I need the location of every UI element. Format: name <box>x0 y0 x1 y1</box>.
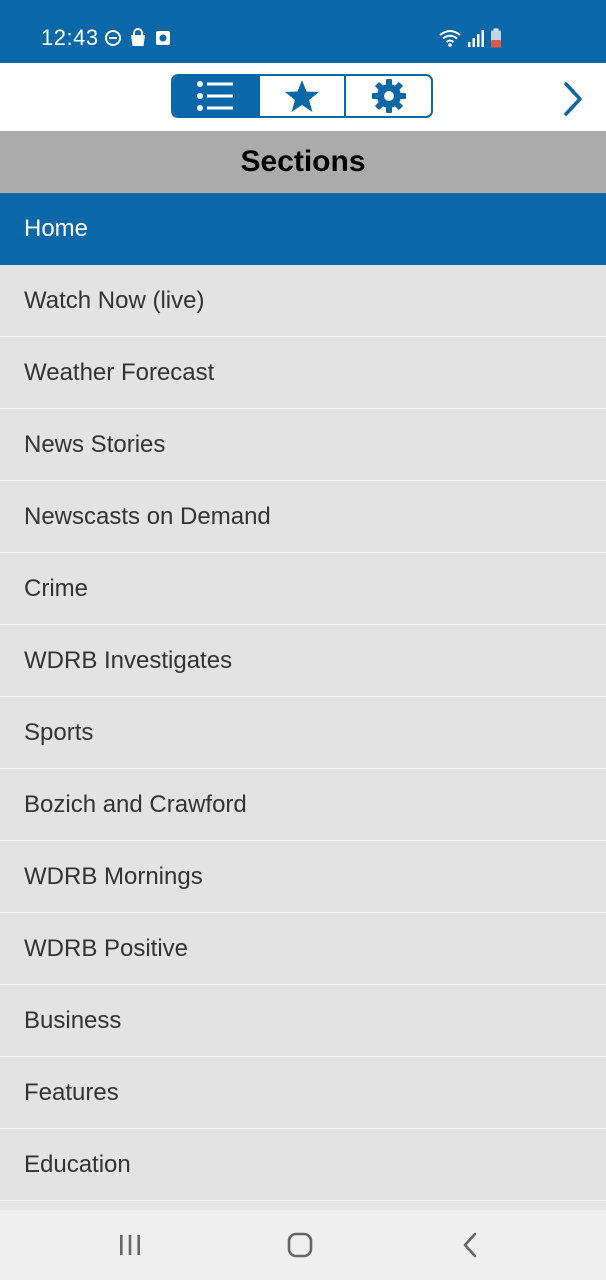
section-item-watch-now[interactable]: Watch Now (live) <box>0 265 606 337</box>
shopping-bag-icon <box>131 28 145 46</box>
back-button[interactable] <box>450 1228 490 1262</box>
status-icons-right <box>438 27 502 49</box>
section-item-news-stories[interactable]: News Stories <box>0 409 606 481</box>
view-segmented-control <box>171 74 433 118</box>
section-item-weather-forecast[interactable]: Weather Forecast <box>0 337 606 409</box>
tab-sections-list[interactable] <box>173 76 258 116</box>
battery-low-icon <box>491 28 501 48</box>
chevron-right-icon <box>564 82 582 116</box>
section-item-education[interactable]: Education <box>0 1129 606 1201</box>
do-not-disturb-icon <box>105 30 121 46</box>
list-icon <box>197 81 234 111</box>
gear-icon <box>371 79 406 113</box>
status-icons-left <box>104 27 172 49</box>
section-item-features[interactable]: Features <box>0 1057 606 1129</box>
section-item-home[interactable]: Home <box>0 193 606 265</box>
status-time: 12:43 <box>41 25 99 50</box>
status-bar: 12:43 <box>0 0 606 63</box>
section-item-wdrb-investigates[interactable]: WDRB Investigates <box>0 625 606 697</box>
tab-settings[interactable] <box>344 76 431 116</box>
section-item-wdrb-mornings[interactable]: WDRB Mornings <box>0 841 606 913</box>
back-icon <box>463 1232 477 1258</box>
next-button[interactable] <box>558 81 588 117</box>
section-list: Home Watch Now (live) Weather Forecast N… <box>0 193 606 1201</box>
recent-apps-button[interactable] <box>110 1228 150 1262</box>
section-item-bozich-and-crawford[interactable]: Bozich and Crawford <box>0 769 606 841</box>
system-nav-bar <box>0 1210 606 1280</box>
section-item-sports[interactable]: Sports <box>0 697 606 769</box>
sections-title: Sections <box>0 131 606 193</box>
signal-icon <box>468 30 484 47</box>
camera-app-icon <box>156 31 170 45</box>
section-item-wdrb-positive[interactable]: WDRB Positive <box>0 913 606 985</box>
tab-favorites[interactable] <box>257 76 345 116</box>
section-item-business[interactable]: Business <box>0 985 606 1057</box>
recent-apps-icon <box>120 1235 140 1255</box>
section-item-crime[interactable]: Crime <box>0 553 606 625</box>
toolbar <box>0 63 606 131</box>
section-item-newscasts-on-demand[interactable]: Newscasts on Demand <box>0 481 606 553</box>
wifi-icon <box>439 30 461 47</box>
home-icon <box>287 1232 313 1258</box>
home-button[interactable] <box>280 1228 320 1262</box>
star-icon <box>285 80 319 112</box>
